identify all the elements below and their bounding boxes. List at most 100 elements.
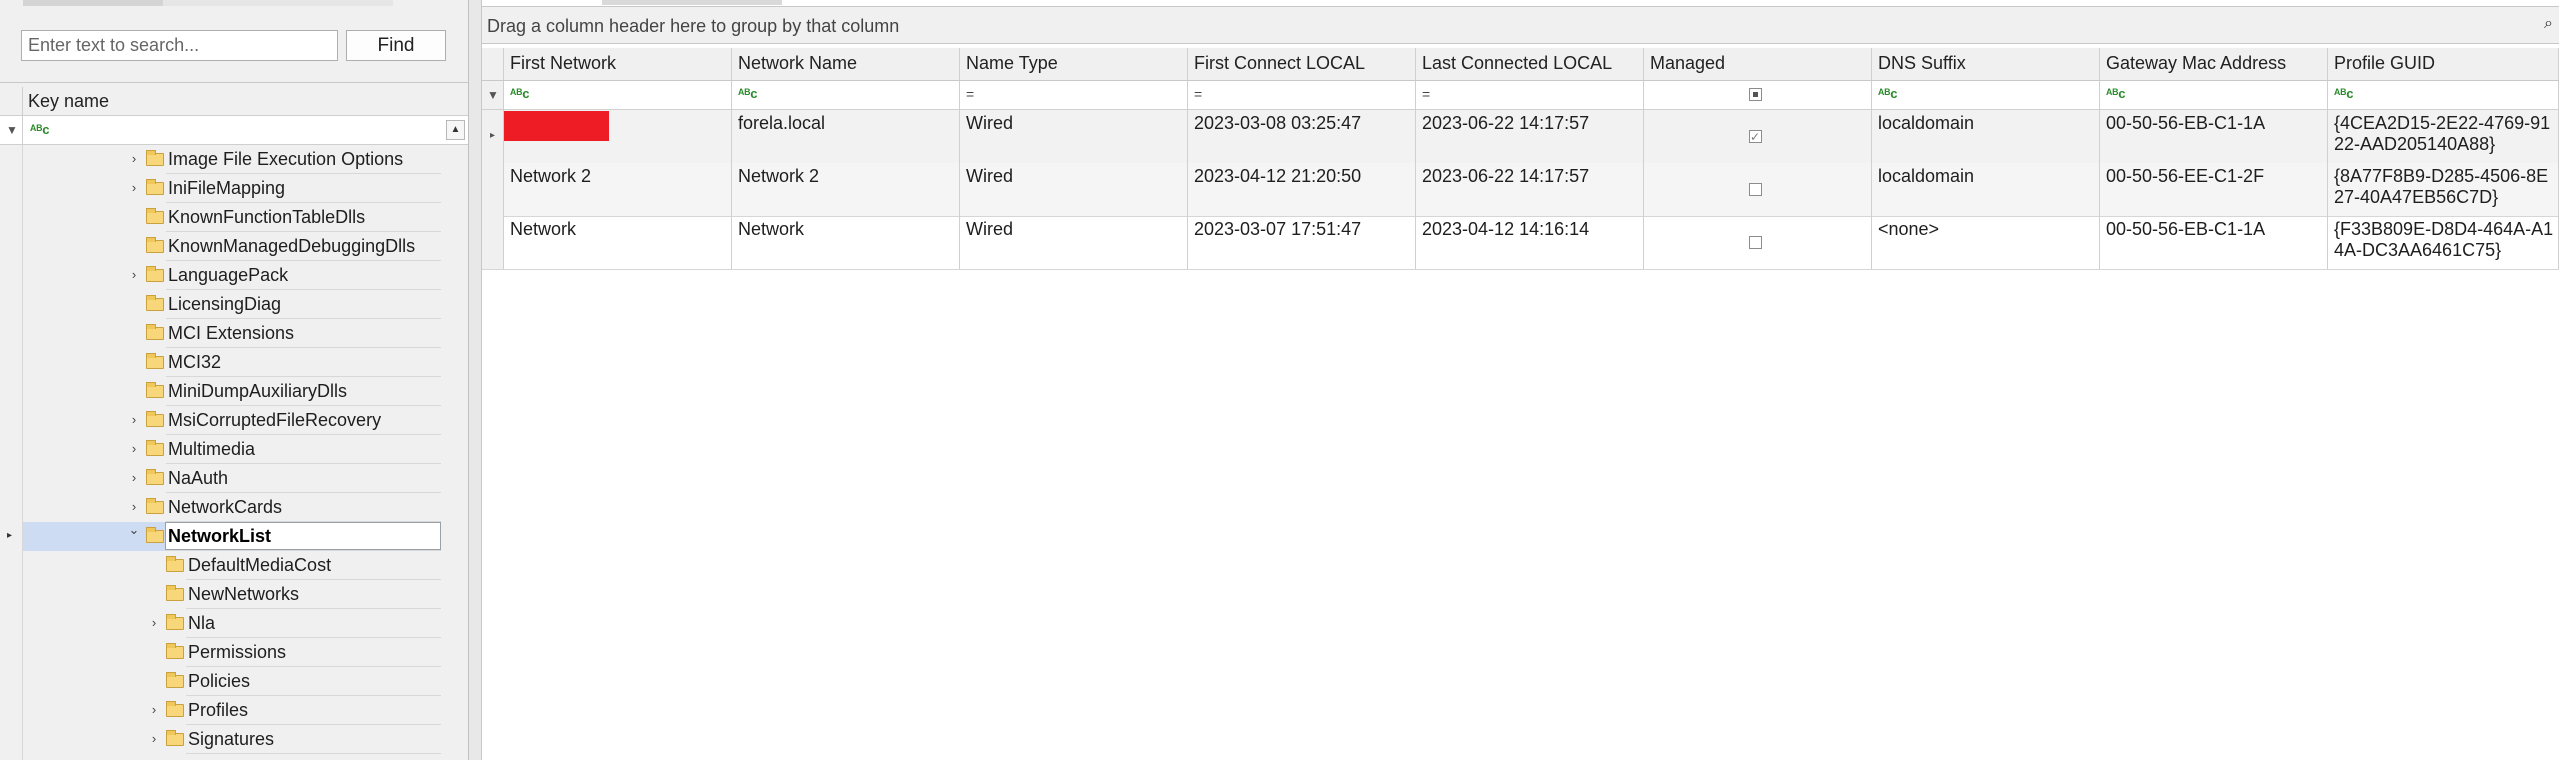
tree-item[interactable]: › MsiCorruptedFileRecovery [23,406,441,435]
cell-managed[interactable] [1644,163,1872,216]
chevron-right-icon[interactable]: › [127,151,141,166]
column-filter-cell[interactable]: ᴬᴮc [504,81,732,109]
cell-first-connect[interactable]: 2023-04-12 21:20:50 [1188,163,1416,216]
chevron-right-icon[interactable]: › [127,412,141,427]
tree-item[interactable]: ▸ ⌄ NetworkList [7,522,441,551]
chevron-right-icon[interactable]: › [147,702,161,717]
cell-dns-suffix[interactable]: localdomain [1872,110,2100,163]
cell-last-connected[interactable]: 2023-06-22 14:17:57 [1416,110,1644,163]
column-filter-cell[interactable]: = [960,81,1188,109]
managed-filter-checkbox[interactable] [1749,88,1762,101]
column-header[interactable]: First Network [504,48,732,80]
grid-filter-row[interactable]: ▼ ᴬᴮc ᴬᴮc = = = ᴬᴮc ᴬᴮc ᴬᴮc [482,81,2559,110]
cell-name-type[interactable]: Wired [960,216,1188,269]
tree-item[interactable]: DefaultMediaCost [23,551,441,580]
contains-operator-icon[interactable]: ᴬᴮc [510,86,529,101]
tab-strip[interactable] [23,0,163,6]
cell-managed[interactable] [1644,216,1872,269]
filter-condition-icon[interactable]: ᴬᴮc [30,122,49,137]
registry-key-tree[interactable]: › Image File Execution Options › IniFileMap… [0,145,468,760]
tree-item[interactable]: NewNetworks [23,580,441,609]
chevron-right-icon[interactable]: › [147,731,161,746]
cell-profile-guid[interactable]: {F33B809E-D8D4-464A-A1 4A-DC3AA6461C75} [2328,216,2559,269]
tree-item[interactable]: Policies [23,667,441,696]
contains-operator-icon[interactable]: ᴬᴮc [2334,86,2353,101]
managed-checkbox[interactable] [1749,183,1762,196]
column-filter-cell[interactable]: = [1416,81,1644,109]
table-row[interactable]: Network Network Wired 2023-03-07 17:51:47 20… [482,216,2559,270]
tree-item[interactable]: › IniFileMapping [23,174,441,203]
tree-item[interactable]: KnownManagedDebuggingDlls [23,232,441,261]
cell-first-network[interactable]: Network 2 [504,163,732,216]
cell-name-type[interactable]: Wired [960,163,1188,216]
tree-item[interactable]: › LanguagePack [23,261,441,290]
cell-dns-suffix[interactable]: localdomain [1872,163,2100,216]
column-header[interactable]: Managed [1644,48,1872,80]
table-row[interactable]: ▸ forela.local Wired 2023-03-08 03:25:47 202… [482,110,2559,164]
cell-gateway-mac[interactable]: 00-50-56-EE-C1-2F [2100,163,2328,216]
cell-managed[interactable] [1644,110,1872,163]
search-input[interactable] [21,30,338,61]
column-header[interactable]: Last Connected LOCAL [1416,48,1644,80]
tree-item[interactable]: › Profiles [23,696,441,725]
row-indicator-cell[interactable] [482,216,504,269]
column-header[interactable]: Profile GUID [2328,48,2559,80]
tab-strip-2[interactable] [163,0,393,6]
cell-first-connect[interactable]: 2023-03-08 03:25:47 [1188,110,1416,163]
contains-operator-icon[interactable]: ᴬᴮc [2106,86,2125,101]
chevron-right-icon[interactable]: › [127,267,141,282]
cell-network-name[interactable]: Network 2 [732,163,960,216]
tree-item[interactable]: › Multimedia [23,435,441,464]
cell-gateway-mac[interactable]: 00-50-56-EB-C1-1A [2100,216,2328,269]
tree-item[interactable]: MiniDumpAuxiliaryDlls [23,377,441,406]
chevron-down-icon[interactable]: ⌄ [127,522,141,538]
chevron-right-icon[interactable]: › [127,499,141,514]
tree-item[interactable]: MCI Extensions [23,319,441,348]
find-button[interactable]: Find [346,30,446,61]
cell-network-name[interactable]: Network [732,216,960,269]
filter-funnel-icon[interactable]: ▼ [6,123,18,137]
managed-checkbox[interactable] [1749,127,1762,148]
filter-dropdown-button[interactable]: ▲ [446,120,465,140]
cell-first-connect[interactable]: 2023-03-07 17:51:47 [1188,216,1416,269]
magnifier-icon[interactable]: ⌕ [2544,15,2553,33]
equals-operator-icon[interactable]: = [1194,86,1202,102]
column-filter-cell[interactable] [1644,81,1872,109]
tree-filter-row[interactable]: ▼ ᴬᴮc ▲ [0,116,468,145]
managed-checkbox[interactable] [1749,236,1762,249]
tree-item[interactable]: LicensingDiag [23,290,441,319]
contains-operator-icon[interactable]: ᴬᴮc [1878,86,1897,101]
column-filter-cell[interactable]: ᴬᴮc [2100,81,2328,109]
group-by-panel[interactable]: Drag a column header here to group by th… [482,6,2559,44]
column-header[interactable]: Gateway Mac Address [2100,48,2328,80]
column-filter-cell[interactable]: = [1188,81,1416,109]
column-filter-cell[interactable]: ᴬᴮc [1872,81,2100,109]
chevron-right-icon[interactable]: › [147,615,161,630]
cell-profile-guid[interactable]: {4CEA2D15-2E22-4769-91 22-AAD205140A88} [2328,110,2559,163]
table-row[interactable]: Network 2 Network 2 Wired 2023-04-12 21:20:… [482,163,2559,217]
pane-splitter[interactable] [469,0,482,760]
cell-gateway-mac[interactable]: 00-50-56-EB-C1-1A [2100,110,2328,163]
cell-profile-guid[interactable]: {8A77F8B9-D285-4506-8E 27-40A47EB56C7D} [2328,163,2559,216]
tree-item[interactable]: › NetworkCards [23,493,441,522]
chevron-right-icon[interactable]: › [127,470,141,485]
cell-name-type[interactable]: Wired [960,110,1188,163]
chevron-right-icon[interactable]: › [127,180,141,195]
contains-operator-icon[interactable]: ᴬᴮc [738,86,757,101]
cell-last-connected[interactable]: 2023-06-22 14:17:57 [1416,163,1644,216]
tree-item[interactable]: › NaAuth [23,464,441,493]
filter-funnel-icon[interactable]: ▼ [487,88,499,102]
cell-last-connected[interactable]: 2023-04-12 14:16:14 [1416,216,1644,269]
row-indicator-cell[interactable]: ▸ [482,110,504,163]
tree-item[interactable]: › Image File Execution Options [23,145,441,174]
chevron-right-icon[interactable]: › [127,441,141,456]
column-header[interactable]: Name Type [960,48,1188,80]
equals-operator-icon[interactable]: = [1422,86,1430,102]
column-filter-cell[interactable]: ᴬᴮc [2328,81,2559,109]
equals-operator-icon[interactable]: = [966,86,974,102]
tree-item[interactable]: MCI32 [23,348,441,377]
tree-item[interactable]: KnownFunctionTableDlls [23,203,441,232]
column-header[interactable]: Network Name [732,48,960,80]
cell-first-network[interactable]: Network [504,216,732,269]
row-indicator-cell[interactable] [482,163,504,216]
